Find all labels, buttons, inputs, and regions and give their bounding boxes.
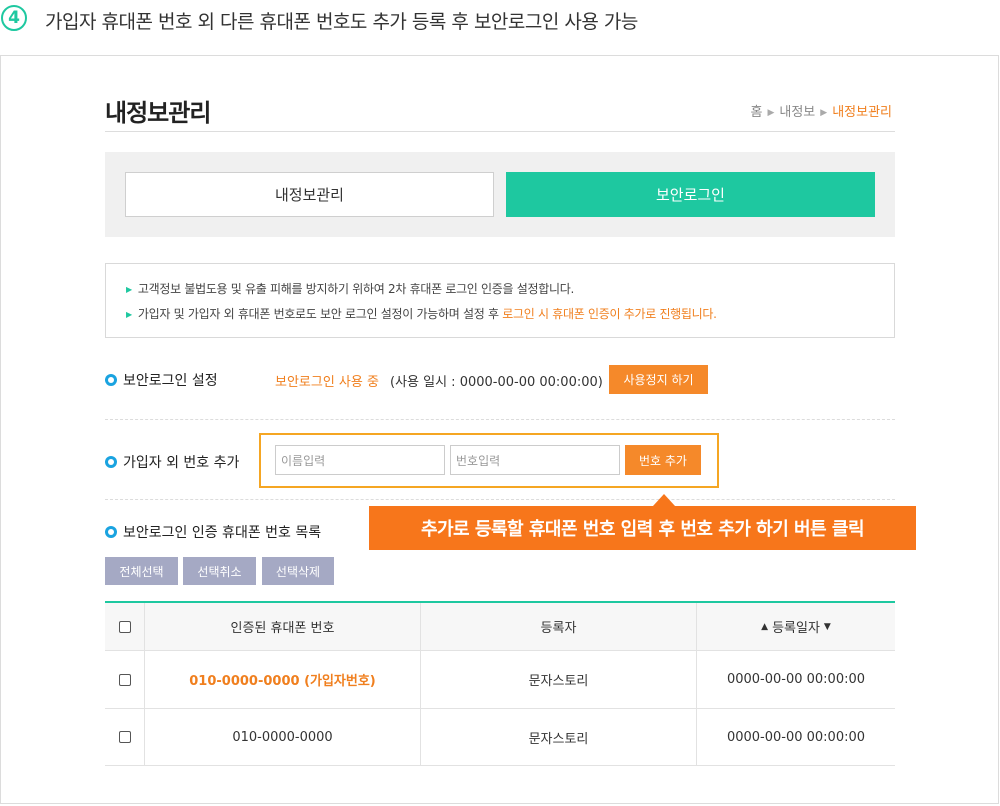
step-number-badge: 4: [1, 5, 27, 31]
sort-ascending-icon[interactable]: ▲: [761, 622, 768, 632]
breadcrumb-current: 내정보관리: [832, 105, 892, 120]
name-input[interactable]: 이름입력: [275, 445, 445, 475]
registrant-cell: 문자스토리: [421, 709, 697, 765]
row-checkbox[interactable]: [118, 673, 131, 686]
notice-line-2: ▶ 가입자 및 가입자 외 휴대폰 번호로도 보안 로그인 설정이 가능하며 설정…: [126, 305, 717, 322]
instruction-callout: 추가로 등록할 휴대폰 번호 입력 후 번호 추가 하기 버튼 클릭: [369, 506, 916, 550]
step-title: 가입자 휴대폰 번호 외 다른 휴대폰 번호도 추가 등록 후 보안로그인 사용…: [45, 11, 638, 33]
sort-descending-icon[interactable]: ▼: [824, 622, 831, 632]
security-login-setting-label: 보안로그인 설정: [105, 370, 218, 390]
table-row: 010-0000-0000 문자스토리 0000-00-00 00:00:00: [105, 709, 895, 766]
section-label-text: 보안로그인 설정: [123, 373, 218, 389]
deselect-button[interactable]: 선택취소: [183, 557, 256, 585]
select-all-button[interactable]: 전체선택: [105, 557, 178, 585]
phone-number-cell: 010-0000-0000: [145, 709, 421, 765]
tab-security-login[interactable]: 보안로그인: [506, 172, 875, 217]
circle-bullet-icon: [105, 456, 117, 468]
phone-number-cell: 010-0000-0000 (가입자번호): [145, 651, 421, 708]
stop-usage-button[interactable]: 사용정지 하기: [609, 365, 708, 394]
phone-list-label: 보안로그인 인증 휴대폰 번호 목록: [105, 522, 321, 542]
breadcrumb-separator-icon: ▶: [820, 108, 828, 118]
tab-my-info[interactable]: 내정보관리: [125, 172, 494, 217]
row-checkbox-cell: [105, 651, 145, 708]
table-row: 010-0000-0000 (가입자번호) 문자스토리 0000-00-00 0…: [105, 651, 895, 709]
notice-box: ▶ 고객정보 불법도용 및 유출 피해를 방지하기 위하여 2차 휴대폰 로그인 …: [105, 263, 895, 338]
date-cell: 0000-00-00 00:00:00: [726, 672, 866, 687]
notice-line-1: ▶ 고객정보 불법도용 및 유출 피해를 방지하기 위하여 2차 휴대폰 로그인 …: [126, 280, 574, 297]
table-header-row: 인증된 휴대폰 번호 등록자 ▲ 등록일자 ▼: [105, 603, 895, 651]
add-number-button[interactable]: 번호 추가: [625, 445, 701, 475]
circle-bullet-icon: [105, 526, 117, 538]
column-header-date[interactable]: ▲ 등록일자 ▼: [697, 603, 895, 650]
section-divider: [105, 419, 895, 420]
breadcrumb-home[interactable]: 홈: [750, 105, 762, 120]
notice-text-1: 고객정보 불법도용 및 유출 피해를 방지하기 위하여 2차 휴대폰 로그인 인…: [137, 282, 575, 296]
status-text: 보안로그인 사용 중: [275, 375, 379, 390]
column-header-phone: 인증된 휴대폰 번호: [145, 603, 421, 650]
delete-selected-button[interactable]: 선택삭제: [262, 557, 334, 585]
row-checkbox[interactable]: [118, 731, 131, 743]
breadcrumb: 홈 ▶ 내정보 ▶ 내정보관리: [750, 101, 892, 120]
phone-number-input[interactable]: 번호입력: [450, 445, 620, 475]
date-cell: 0000-00-00 00:00:00: [726, 729, 866, 745]
title-divider: [105, 131, 895, 132]
tab-container: 내정보관리 보안로그인: [105, 152, 895, 237]
column-header-date-label: 등록일자: [772, 621, 820, 636]
step-header: 4 가입자 휴대폰 번호 외 다른 휴대폰 번호도 추가 등록 후 보안로그인 …: [0, 0, 1000, 40]
notice-highlight: 로그인 시 휴대폰 인증이 추가로 진행됩니다.: [502, 307, 717, 321]
phone-table: 인증된 휴대폰 번호 등록자 ▲ 등록일자 ▼ 010-0000-0000 (가입자…: [105, 601, 895, 766]
add-number-label: 가입자 외 번호 추가: [105, 452, 239, 472]
triangle-bullet-icon: ▶: [126, 285, 132, 294]
circle-bullet-icon: [105, 374, 117, 386]
registrant-cell: 문자스토리: [421, 651, 697, 708]
breadcrumb-separator-icon: ▶: [767, 108, 775, 118]
header-checkbox-cell: [105, 603, 145, 650]
section-label-text: 가입자 외 번호 추가: [123, 455, 240, 471]
usage-datetime: (사용 일시 : 0000-00-00 00:00:00): [390, 375, 603, 390]
section-label-text: 보안로그인 인증 휴대폰 번호 목록: [123, 525, 322, 541]
select-all-checkbox[interactable]: [118, 620, 131, 633]
section-divider: [105, 499, 895, 500]
row-checkbox-cell: [105, 709, 145, 765]
notice-text-2: 가입자 및 가입자 외 휴대폰 번호로도 보안 로그인 설정이 가능하며 설정 …: [137, 307, 503, 321]
column-header-registrant: 등록자: [421, 603, 697, 650]
triangle-bullet-icon: ▶: [126, 310, 132, 319]
callout-arrow-icon: [653, 494, 675, 506]
page-title: 내정보관리: [105, 99, 211, 127]
breadcrumb-my-info[interactable]: 내정보: [779, 105, 815, 120]
